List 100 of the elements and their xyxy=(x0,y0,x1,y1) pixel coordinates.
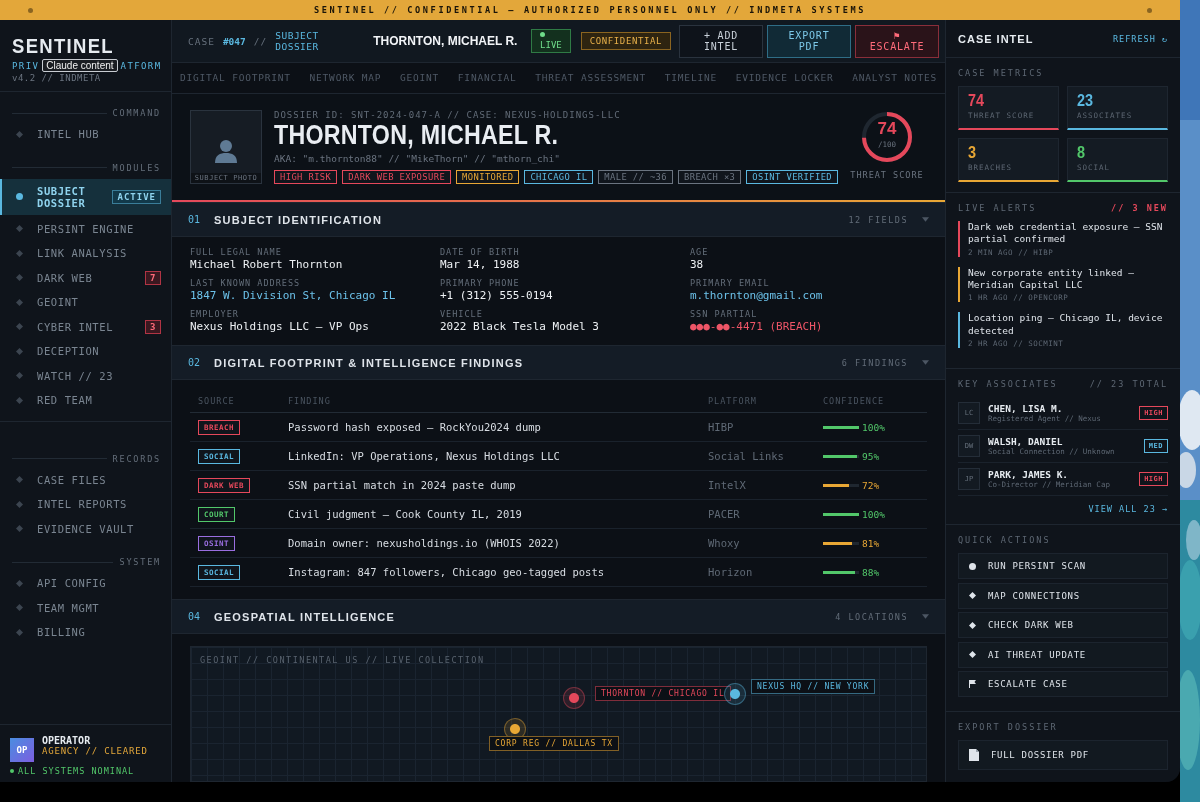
dot-icon xyxy=(1147,7,1152,13)
table-cell-text: PACER xyxy=(708,508,741,520)
header-button[interactable]: EXPORT PDF xyxy=(767,24,851,58)
section-label: SYSTEM xyxy=(119,557,161,567)
field-label: SSN PARTIAL xyxy=(690,309,759,319)
field-value: Nexus Holdings LLC — VP Ops xyxy=(190,320,370,333)
banner-text: SENTINEL // CONFIDENTIAL — AUTHORIZED PERSONNEL ONLY // INDMETA SYSTEMS xyxy=(314,5,866,15)
section-name: SUBJECT DOSSIER xyxy=(275,29,320,53)
confidence-value: 81% xyxy=(862,537,880,549)
section-label: COMMAND xyxy=(112,108,161,118)
action-button[interactable]: ESCALATE CASE xyxy=(958,671,1168,698)
gauge-label: THREAT SCORE xyxy=(850,170,924,180)
diamond-icon xyxy=(16,579,23,587)
count-badge: ACTIVE xyxy=(112,189,161,204)
operator-role: AGENCY // CLEARED xyxy=(42,746,149,756)
section-label: QUICK ACTIONS xyxy=(958,535,1051,546)
table-cell-text: Whoxy xyxy=(708,537,741,549)
associate-name: CHEN, LISA M. xyxy=(988,403,1064,415)
app-logo: SENTINEL xyxy=(12,34,115,58)
app-subtitle: ATFORM xyxy=(120,60,162,71)
location-pin[interactable] xyxy=(724,683,746,705)
export-button[interactable]: FULL DOSSIER PDF xyxy=(958,739,1168,770)
field-value: +1 (312) 555-0194 xyxy=(440,289,554,302)
sidebar-item[interactable]: RED TEAM xyxy=(0,388,171,413)
field-label: EMPLOYER xyxy=(190,309,240,319)
section-header[interactable]: 04 GEOSPATIAL INTELLIGENCE 4 LOCATIONS xyxy=(172,599,945,634)
dot-icon xyxy=(28,7,33,13)
field-value: Mar 14, 1988 xyxy=(440,258,521,271)
confidence-value: 88% xyxy=(862,566,880,578)
sidebar-item[interactable]: INTEL REPORTS xyxy=(0,492,171,517)
header-button[interactable]: ⚑ ESCALATE xyxy=(855,24,939,58)
action-button[interactable]: MAP CONNECTIONS xyxy=(958,582,1168,609)
case-number: #047 xyxy=(222,35,246,47)
diamond-icon xyxy=(16,130,23,138)
separator: // xyxy=(253,35,268,47)
action-button[interactable]: RUN PERSINT SCAN xyxy=(958,553,1168,580)
classification-badge: CONFIDENTIAL xyxy=(580,32,671,50)
section-header[interactable]: 02 DIGITAL FOOTPRINT & INTELLIGENCE FINDINGS 6 FINDINGS xyxy=(172,345,945,380)
header-button[interactable]: + ADD INTEL xyxy=(679,24,763,58)
metric-value: 3 xyxy=(968,143,978,163)
diamond-icon xyxy=(16,372,23,380)
field-link[interactable]: 1847 W. Division St, Chicago IL xyxy=(190,289,440,302)
location-pin[interactable] xyxy=(563,687,585,709)
sidebar-item[interactable]: DECEPTION xyxy=(0,339,171,364)
diamond-icon xyxy=(16,249,23,257)
metric-value: 8 xyxy=(1077,143,1087,163)
section-label: KEY ASSOCIATES xyxy=(958,379,1058,390)
action-button[interactable]: CHECK DARK WEB xyxy=(958,612,1168,639)
tag: HIGH RISK xyxy=(274,170,338,185)
sidebar-item[interactable]: SUBJECT DOSSIER ACTIVE xyxy=(0,178,171,215)
sidebar-item[interactable]: GEOINT xyxy=(0,290,171,315)
table-cell-text: HIBP xyxy=(708,421,735,433)
refresh-link[interactable]: REFRESH ↻ xyxy=(1112,33,1168,44)
sidebar-item[interactable]: WATCH // 23 xyxy=(0,363,171,388)
sidebar-item[interactable]: EVIDENCE VAULT xyxy=(0,516,171,541)
table-cell-text: Social Links xyxy=(708,450,785,462)
field-label: AGE xyxy=(690,247,710,257)
count-badge: 7 xyxy=(144,270,161,285)
status-text: ALL SYSTEMS NOMINAL xyxy=(18,766,135,776)
flag-icon xyxy=(969,680,976,689)
app-subtitle: PRIV xyxy=(12,60,40,71)
metric-value: 23 xyxy=(1077,91,1095,111)
sidebar-item[interactable]: PERSINT ENGINE xyxy=(0,216,171,241)
sidebar-item[interactable]: BILLING xyxy=(0,620,171,645)
field-label: FULL LEGAL NAME xyxy=(190,247,283,257)
field-label: VEHICLE xyxy=(440,309,484,319)
field-link[interactable]: m.thornton@gmail.com xyxy=(690,289,927,302)
sidebar-item[interactable]: INTEL HUB xyxy=(0,122,171,147)
diamond-icon xyxy=(16,323,23,331)
panel-title: CASE INTEL xyxy=(958,32,1034,45)
sidebar-item[interactable]: API CONFIG xyxy=(0,571,171,596)
action-button[interactable]: AI THREAT UPDATE xyxy=(958,641,1168,668)
sidebar-item[interactable]: CYBER INTEL 3 xyxy=(0,314,171,339)
sidebar-item[interactable]: TEAM MGMT xyxy=(0,595,171,620)
alert-count: // 3 NEW xyxy=(1111,203,1168,213)
operator-name: OPERATOR xyxy=(42,735,92,746)
live-badge: LIVE xyxy=(531,29,571,53)
diamond-icon xyxy=(969,621,976,629)
diamond-icon xyxy=(16,604,23,612)
sidebar-item[interactable]: DARK WEB 7 xyxy=(0,265,171,290)
column-header: FINDING xyxy=(288,396,332,406)
column-header: CONFIDENCE xyxy=(823,396,886,406)
associate-count: // 23 TOTAL xyxy=(1089,379,1168,390)
confidence-value: 95% xyxy=(862,450,880,462)
threat-score: 74 xyxy=(876,119,898,139)
table-cell-text: Horizon xyxy=(708,566,754,578)
caret-icon xyxy=(922,360,929,365)
field-value: ●●●-●●-4471 (BREACH) xyxy=(690,320,824,333)
sidebar-item[interactable]: LINK ANALYSIS xyxy=(0,241,171,266)
sidebar-item[interactable]: CASE FILES xyxy=(0,467,171,492)
tag: MALE // ~36 xyxy=(598,170,673,185)
column-header: SOURCE xyxy=(198,396,236,406)
table-cell-text: IntelX xyxy=(708,479,747,491)
section-header[interactable]: 01 SUBJECT IDENTIFICATION 12 FIELDS xyxy=(172,202,945,237)
section-label: CASE METRICS xyxy=(958,68,1044,78)
field-label: LAST KNOWN ADDRESS xyxy=(190,278,302,288)
pin-label: CORP REG // DALLAS TX xyxy=(489,736,619,751)
avatar: OP xyxy=(10,738,34,762)
view-all-link[interactable]: VIEW ALL 23 → xyxy=(958,504,1168,515)
diamond-icon xyxy=(16,274,23,282)
